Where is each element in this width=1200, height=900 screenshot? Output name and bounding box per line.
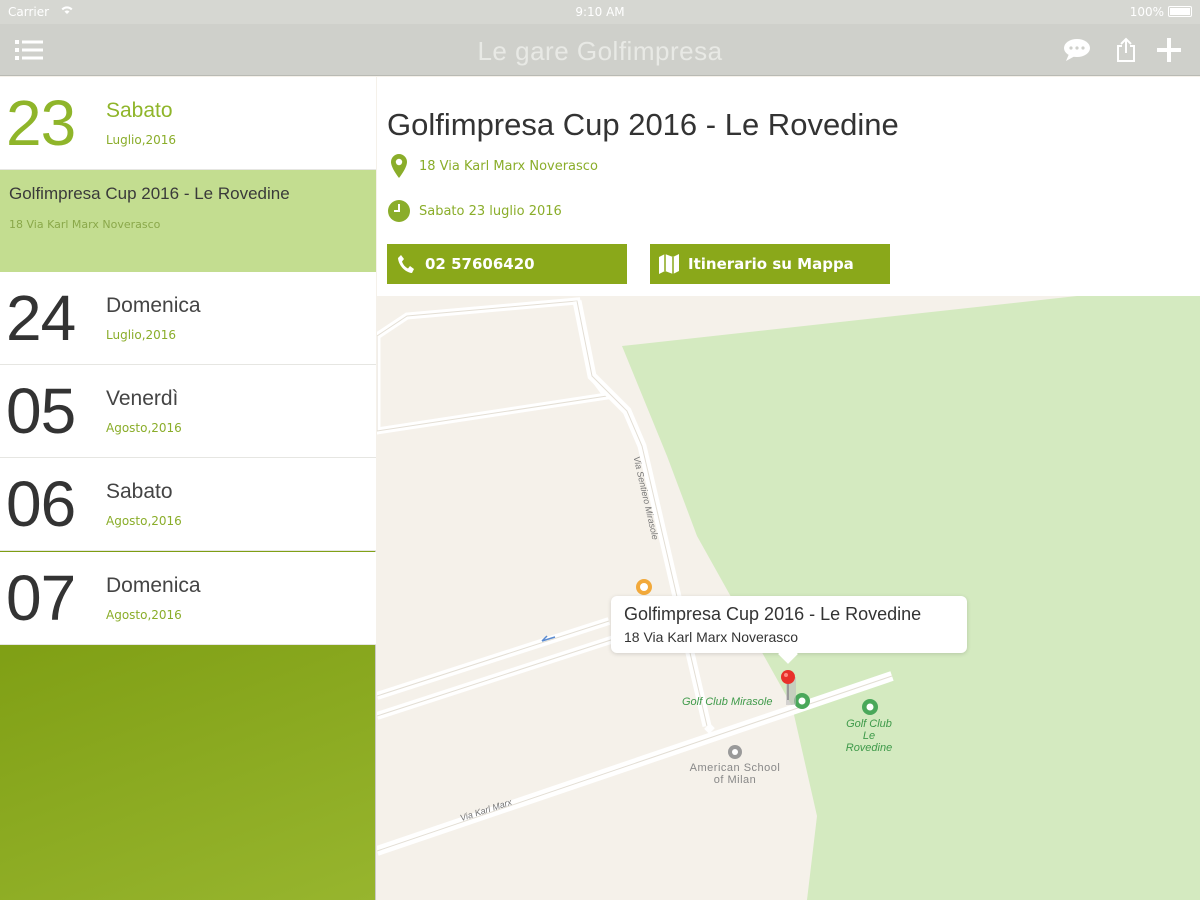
golf-club-rovedine-line1: Golf Club: [846, 718, 892, 730]
phone-icon: [395, 253, 417, 275]
day-name: Sabato: [106, 480, 173, 503]
day-number: 24: [6, 282, 76, 354]
american-school-label[interactable]: American School of Milan: [677, 762, 793, 786]
address-row: 18 Via Karl Marx Noverasco: [387, 154, 598, 178]
clock: 9:10 AM: [575, 5, 625, 19]
day-row-24[interactable]: 24 Domenica Luglio,2016: [0, 272, 376, 365]
call-button[interactable]: 02 57606420: [387, 244, 627, 284]
phone-number: 02 57606420: [425, 255, 535, 273]
callout-subtitle: 18 Via Karl Marx Noverasco: [624, 629, 799, 645]
location-pin-icon: [387, 154, 411, 178]
add-icon[interactable]: [1153, 34, 1185, 66]
event-address: 18 Via Karl Marx Noverasco: [9, 218, 161, 231]
day-month: Luglio,2016: [106, 133, 177, 147]
battery-icon: [1168, 6, 1192, 17]
map-directions-button[interactable]: Itinerario su Mappa: [650, 244, 890, 284]
share-icon[interactable]: [1110, 34, 1142, 66]
selected-event-card[interactable]: Golfimpresa Cup 2016 - Le Rovedine 18 Vi…: [0, 170, 376, 272]
day-number: 23: [6, 87, 76, 159]
detail-title: Golfimpresa Cup 2016 - Le Rovedine: [387, 107, 899, 142]
map-icon: [658, 253, 680, 275]
status-bar: Carrier 9:10 AM 100%: [0, 0, 1200, 24]
day-row-07[interactable]: 07 Domenica Agosto,2016: [0, 552, 376, 645]
day-name: Sabato: [106, 99, 173, 122]
callout-title: Golfimpresa Cup 2016 - Le Rovedine: [624, 604, 922, 624]
day-number: 05: [6, 375, 76, 447]
event-list-sidebar: 23 Sabato Luglio,2016 Golfimpresa Cup 20…: [0, 77, 376, 900]
golf-club-rovedine-line2: Le Rovedine: [845, 730, 893, 754]
nav-bar: Le gare Golfimpresa: [0, 24, 1200, 76]
golf-club-rovedine-label[interactable]: Golf Club Le Rovedine: [839, 718, 899, 754]
day-month: Agosto,2016: [106, 514, 182, 528]
golf-club-mirasole-label[interactable]: Golf Club Mirasole: [682, 696, 772, 708]
clock-icon: [387, 199, 411, 223]
day-month: Luglio,2016: [106, 328, 177, 342]
map-callout[interactable]: Golfimpresa Cup 2016 - Le Rovedine 18 Vi…: [611, 596, 967, 653]
event-detail-panel: Golfimpresa Cup 2016 - Le Rovedine 18 Vi…: [377, 77, 1200, 296]
event-title: Golfimpresa Cup 2016 - Le Rovedine: [9, 184, 290, 203]
detail-date: Sabato 23 luglio 2016: [419, 203, 562, 219]
day-month: Agosto,2016: [106, 421, 182, 435]
date-row: Sabato 23 luglio 2016: [387, 199, 562, 223]
american-school-line2: of Milan: [713, 774, 757, 786]
day-number: 06: [6, 468, 76, 540]
map-view[interactable]: Golfimpresa Cup 2016 - Le Rovedine 18 Vi…: [377, 296, 1200, 900]
day-number: 07: [6, 562, 76, 634]
day-name: Domenica: [106, 294, 201, 317]
american-school-line1: American School: [689, 762, 781, 774]
battery-percent: 100%: [1129, 5, 1164, 19]
day-month: Agosto,2016: [106, 608, 182, 622]
day-row-06[interactable]: 06 Sabato Agosto,2016: [0, 458, 376, 551]
chat-icon[interactable]: [1061, 34, 1093, 66]
day-name: Domenica: [106, 574, 201, 597]
day-row-23[interactable]: 23 Sabato Luglio,2016: [0, 77, 376, 170]
detail-address: 18 Via Karl Marx Noverasco: [419, 158, 598, 174]
day-row-05[interactable]: 05 Venerdì Agosto,2016: [0, 365, 376, 458]
day-name: Venerdì: [106, 387, 179, 410]
page-title: Le gare Golfimpresa: [477, 36, 723, 66]
map-button-label: Itinerario su Mappa: [688, 255, 854, 273]
